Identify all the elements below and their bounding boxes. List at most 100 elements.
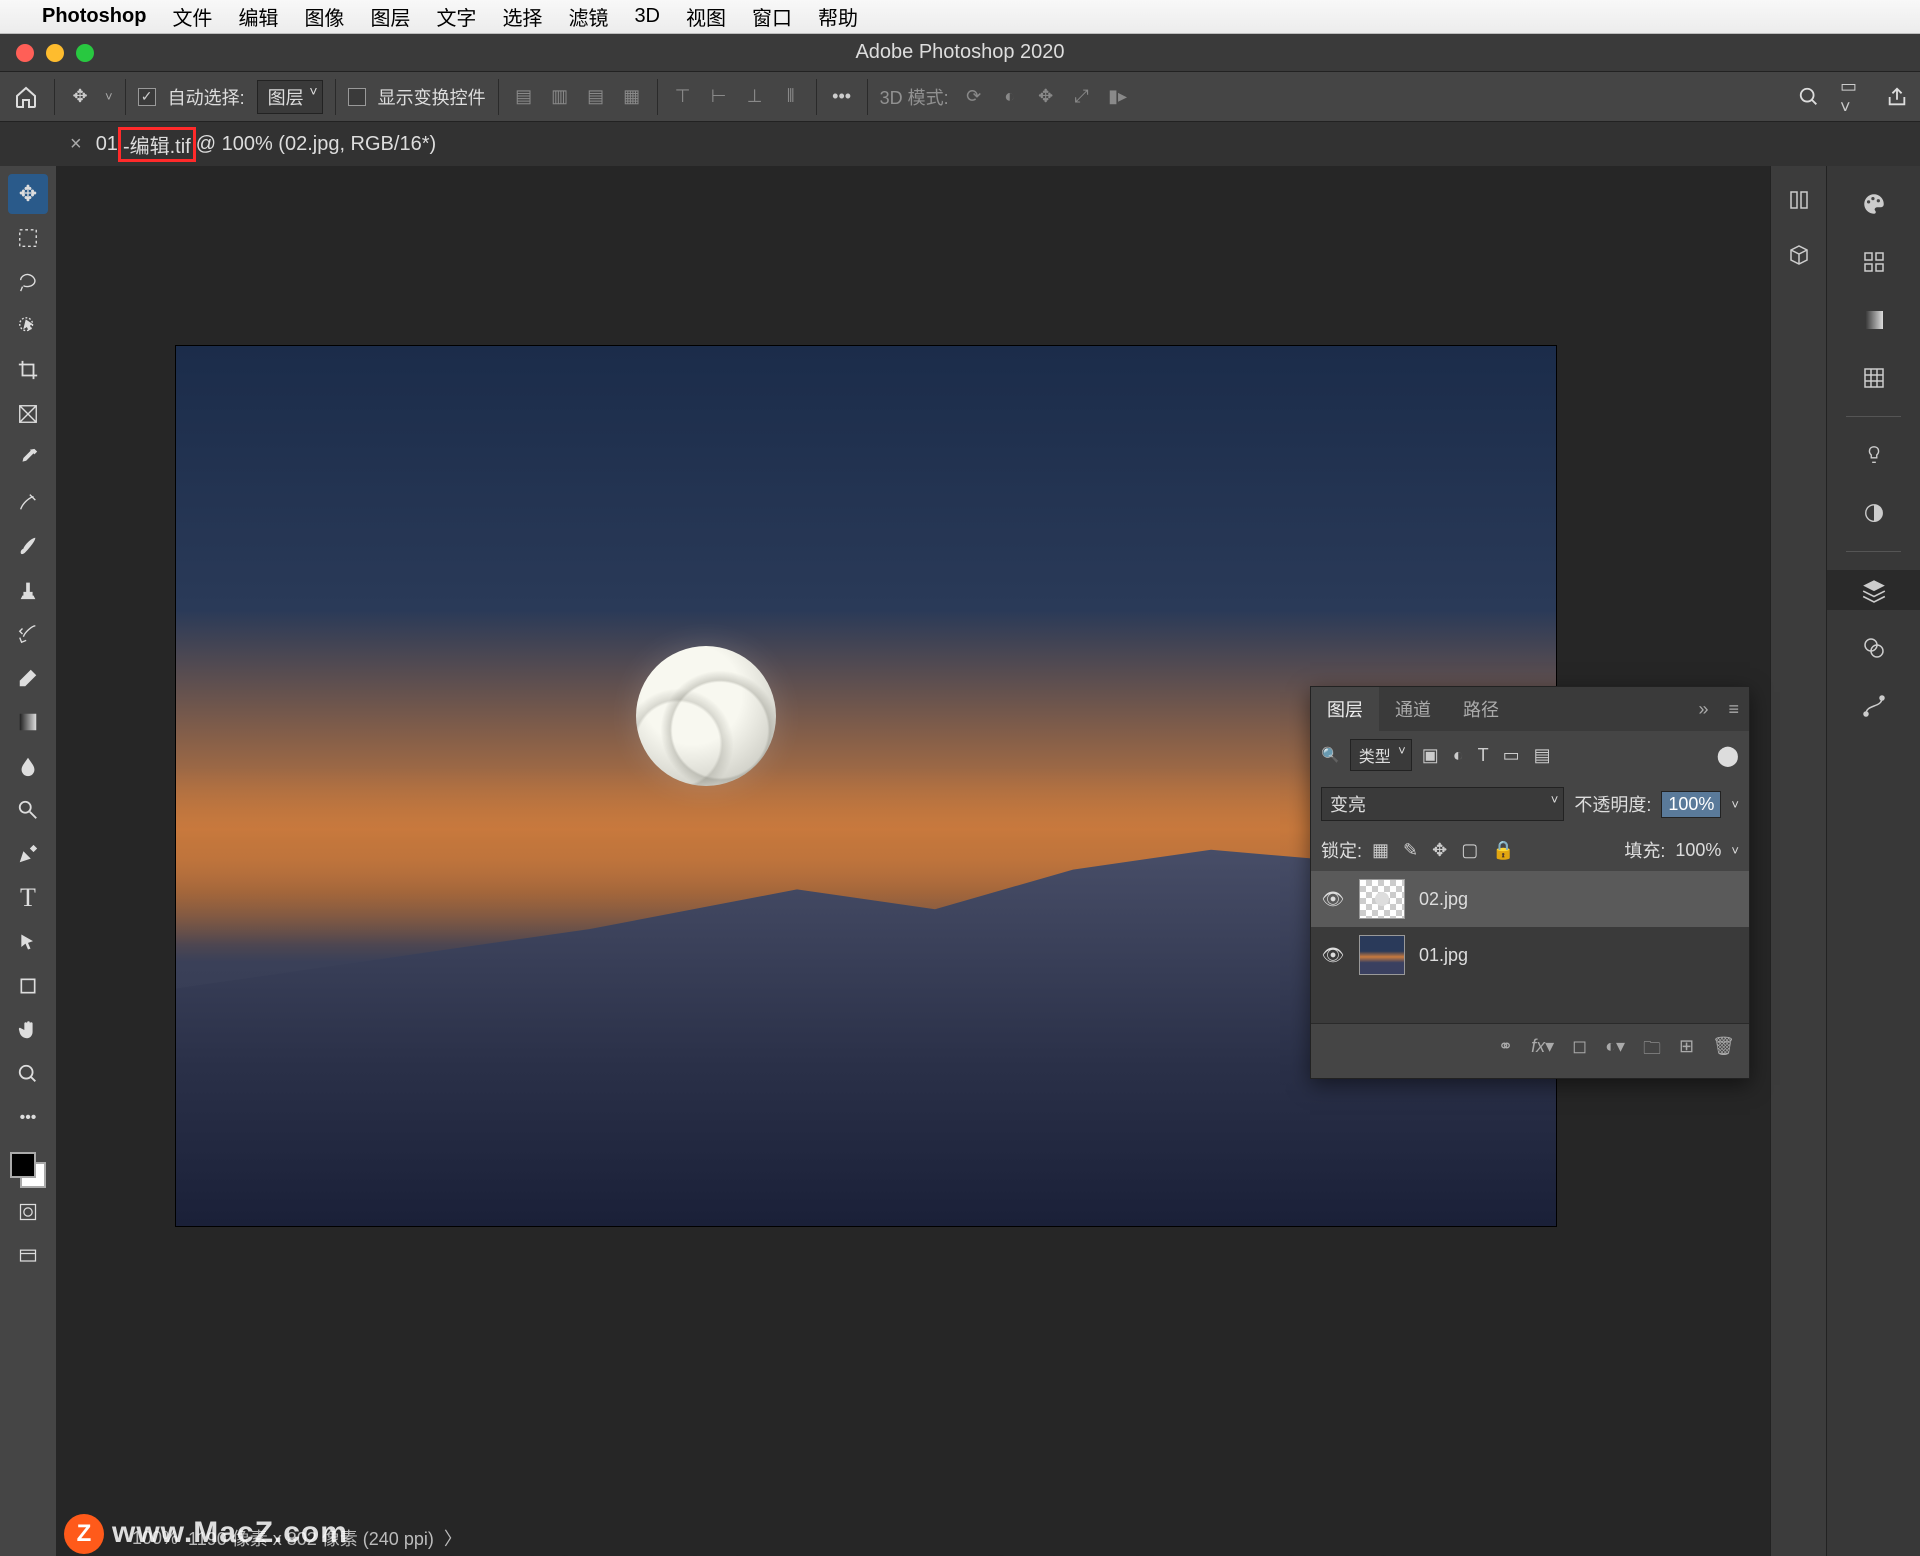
3d-slide-icon[interactable]: ⤢	[1069, 84, 1095, 110]
healing-brush-tool[interactable]	[8, 482, 48, 522]
color-panel-icon[interactable]	[1854, 184, 1894, 224]
quick-mask-icon[interactable]	[8, 1192, 48, 1232]
3d-camera-icon[interactable]: ▮▸	[1105, 84, 1131, 110]
menu-3d[interactable]: 3D	[634, 5, 660, 28]
more-options-icon[interactable]: •••	[829, 84, 855, 110]
type-tool[interactable]: T	[8, 878, 48, 918]
distribute-middle-icon[interactable]: ⊢	[706, 84, 732, 110]
filter-pixel-icon[interactable]: ▣	[1422, 745, 1439, 766]
adjustments-panel-icon[interactable]	[1854, 493, 1894, 533]
align-right-icon[interactable]: ▤	[583, 84, 609, 110]
layer-row[interactable]: 👁 01.jpg	[1311, 927, 1749, 983]
channels-panel-icon[interactable]	[1854, 628, 1894, 668]
adjustment-layer-icon[interactable]: ◐▾	[1605, 1036, 1625, 1066]
patterns-panel-icon[interactable]	[1854, 358, 1894, 398]
layer-thumbnail[interactable]	[1359, 879, 1405, 919]
align-center-h-icon[interactable]: ▥	[547, 84, 573, 110]
menu-layer[interactable]: 图层	[370, 2, 410, 31]
eraser-tool[interactable]	[8, 658, 48, 698]
lock-pixels-icon[interactable]: ✎	[1403, 840, 1418, 861]
align-left-icon[interactable]: ▤	[511, 84, 537, 110]
blur-tool[interactable]	[8, 746, 48, 786]
panel-menu-icon[interactable]: ≡	[1718, 699, 1749, 720]
auto-select-checkbox[interactable]	[138, 88, 156, 106]
visibility-icon[interactable]: 👁	[1321, 945, 1345, 966]
hand-tool[interactable]	[8, 1010, 48, 1050]
tab-layers[interactable]: 图层	[1311, 687, 1379, 731]
close-tab-icon[interactable]: ×	[70, 133, 82, 156]
layer-thumbnail[interactable]	[1359, 935, 1405, 975]
marquee-tool[interactable]	[8, 218, 48, 258]
workspace-switcher-icon[interactable]: ▭ ˅	[1840, 84, 1866, 110]
auto-select-dropdown[interactable]: 图层	[257, 80, 323, 114]
tool-options-icon[interactable]: •••	[8, 1098, 48, 1138]
3d-roll-icon[interactable]: ◐	[997, 84, 1023, 110]
group-icon[interactable]: 🗀	[1643, 1036, 1661, 1066]
doc-tab-prefix[interactable]: 01	[96, 133, 118, 156]
share-icon[interactable]	[1884, 84, 1910, 110]
distribute-top-icon[interactable]: ⊤	[670, 84, 696, 110]
layer-name[interactable]: 02.jpg	[1419, 889, 1468, 910]
foreground-color-swatch[interactable]	[10, 1152, 36, 1178]
menu-image[interactable]: 图像	[304, 2, 344, 31]
screen-mode-icon[interactable]	[8, 1236, 48, 1276]
3d-pan-icon[interactable]: ✥	[1033, 84, 1059, 110]
path-select-tool[interactable]	[8, 922, 48, 962]
move-tool[interactable]: ✥	[8, 174, 48, 214]
menu-view[interactable]: 视图	[686, 2, 726, 31]
menu-edit[interactable]: 编辑	[238, 2, 278, 31]
history-panel-icon[interactable]	[1783, 184, 1815, 216]
layers-panel-icon[interactable]	[1827, 570, 1920, 610]
layer-name[interactable]: 01.jpg	[1419, 945, 1468, 966]
layer-filter-dropdown[interactable]: 类型	[1350, 739, 1412, 771]
panel-collapse-icon[interactable]: »	[1688, 699, 1718, 720]
paths-panel-icon[interactable]	[1854, 686, 1894, 726]
filter-shape-icon[interactable]: ▭	[1503, 745, 1520, 766]
frame-tool[interactable]	[8, 394, 48, 434]
visibility-icon[interactable]: 👁	[1321, 889, 1345, 910]
search-icon[interactable]	[1796, 84, 1822, 110]
filter-type-icon[interactable]: T	[1478, 745, 1489, 766]
fill-input[interactable]: 100%	[1675, 840, 1721, 861]
new-layer-icon[interactable]: ⊞	[1679, 1036, 1694, 1066]
move-tool-icon[interactable]: ✥	[67, 84, 93, 110]
lock-artboard-icon[interactable]: ▢	[1461, 840, 1478, 861]
app-name[interactable]: Photoshop	[42, 5, 146, 28]
show-transform-checkbox[interactable]	[348, 88, 366, 106]
crop-tool[interactable]	[8, 350, 48, 390]
layer-style-icon[interactable]: fx▾	[1531, 1036, 1554, 1066]
clone-stamp-tool[interactable]	[8, 570, 48, 610]
opacity-input[interactable]: 100%	[1661, 791, 1721, 818]
history-brush-tool[interactable]	[8, 614, 48, 654]
home-button[interactable]	[10, 81, 42, 113]
menu-file[interactable]: 文件	[172, 2, 212, 31]
gradients-panel-icon[interactable]	[1854, 300, 1894, 340]
menu-window[interactable]: 窗口	[752, 2, 792, 31]
minimize-window-button[interactable]	[46, 44, 64, 62]
filter-toggle-icon[interactable]: ⬤	[1717, 743, 1739, 768]
dodge-tool[interactable]	[8, 790, 48, 830]
gradient-tool[interactable]	[8, 702, 48, 742]
distribute-spacing-icon[interactable]: ⫴	[778, 84, 804, 110]
color-swatch[interactable]	[10, 1152, 46, 1188]
learn-panel-icon[interactable]	[1854, 435, 1894, 475]
blend-mode-dropdown[interactable]: 变亮	[1321, 787, 1564, 821]
lock-transparency-icon[interactable]: ▦	[1372, 840, 1389, 861]
3d-orbit-icon[interactable]: ⟳	[961, 84, 987, 110]
lock-position-icon[interactable]: ✥	[1432, 840, 1447, 861]
maximize-window-button[interactable]	[76, 44, 94, 62]
opacity-chevron-icon[interactable]: ˅	[1731, 797, 1739, 812]
lock-all-icon[interactable]: 🔒	[1492, 840, 1514, 861]
delete-layer-icon[interactable]: 🗑	[1712, 1036, 1735, 1066]
layer-row[interactable]: 👁 02.jpg	[1311, 871, 1749, 927]
distribute-bottom-icon[interactable]: ⊥	[742, 84, 768, 110]
layers-panel[interactable]: 图层 通道 路径 » ≡ 🔍 类型 ▣ ◐ T ▭ ▤ ⬤	[1310, 686, 1750, 1079]
zoom-tool[interactable]	[8, 1054, 48, 1094]
lasso-tool[interactable]	[8, 262, 48, 302]
filter-adjust-icon[interactable]: ◐	[1453, 745, 1464, 766]
quick-select-tool[interactable]	[8, 306, 48, 346]
menu-type[interactable]: 文字	[436, 2, 476, 31]
tab-paths[interactable]: 路径	[1447, 687, 1515, 731]
menu-filter[interactable]: 滤镜	[568, 2, 608, 31]
pen-tool[interactable]	[8, 834, 48, 874]
